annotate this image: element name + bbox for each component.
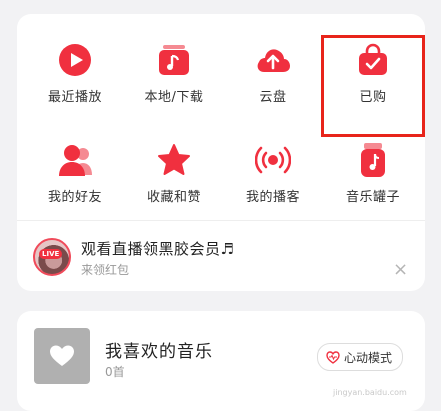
cloud-upload-icon (255, 42, 291, 78)
heartbeat-mode-label: 心动模式 (344, 350, 393, 365)
grid-item-music-jar[interactable]: 音乐罐子 (323, 114, 423, 214)
grid-item-label: 收藏和赞 (146, 190, 201, 205)
heart-icon (50, 345, 74, 366)
grid-item-favorites-likes[interactable]: 收藏和赞 (124, 114, 224, 214)
grid-item-label: 最近播放 (47, 90, 102, 105)
grid-item-purchased[interactable]: 已购 (323, 14, 423, 114)
banner-title: 观看直播领黑胶会员♬ (81, 240, 235, 258)
grid-item-label: 我的好友 (47, 190, 102, 205)
grid-item-local-download[interactable]: 本地/下载 (124, 14, 224, 114)
shortcut-grid-card: 最近播放 本地/下载 云盘 已购 我的好友 收藏和赞 我的播客 音乐罐子 LIV… (17, 14, 425, 291)
podcast-broadcast-icon (255, 142, 291, 178)
friends-icon (57, 142, 93, 178)
grid-item-label: 已购 (359, 90, 387, 105)
heartbeat-mode-button[interactable]: 心动模式 (317, 343, 404, 371)
banner-subtitle: 来领红包 (81, 263, 130, 277)
grid-item-my-podcasts[interactable]: 我的播客 (223, 114, 323, 214)
grid-item-recent-play[interactable]: 最近播放 (25, 14, 125, 114)
liked-music-title: 我喜欢的音乐 (105, 342, 213, 362)
shopping-bag-check-icon (355, 42, 391, 78)
liked-music-count: 0首 (105, 365, 125, 379)
play-circle-icon (57, 42, 93, 78)
heartbeat-icon (326, 350, 340, 364)
liked-music-cover (34, 328, 90, 384)
live-promo-banner[interactable]: LIVE 观看直播领黑胶会员♬ 来领红包 × (17, 221, 425, 291)
star-icon (156, 142, 192, 178)
watermark-text: jingyan.baidu.com (333, 388, 407, 397)
music-folder-icon (156, 42, 192, 78)
grid-item-label: 我的播客 (245, 190, 300, 205)
grid-item-my-friends[interactable]: 我的好友 (25, 114, 125, 214)
grid-item-label: 云盘 (259, 90, 287, 105)
grid-item-label: 本地/下载 (144, 90, 204, 105)
grid-item-cloud-drive[interactable]: 云盘 (223, 14, 323, 114)
grid-item-label: 音乐罐子 (345, 190, 400, 205)
close-icon[interactable]: × (393, 261, 408, 279)
live-tag: LIVE (39, 249, 63, 259)
music-jar-icon (355, 142, 391, 178)
